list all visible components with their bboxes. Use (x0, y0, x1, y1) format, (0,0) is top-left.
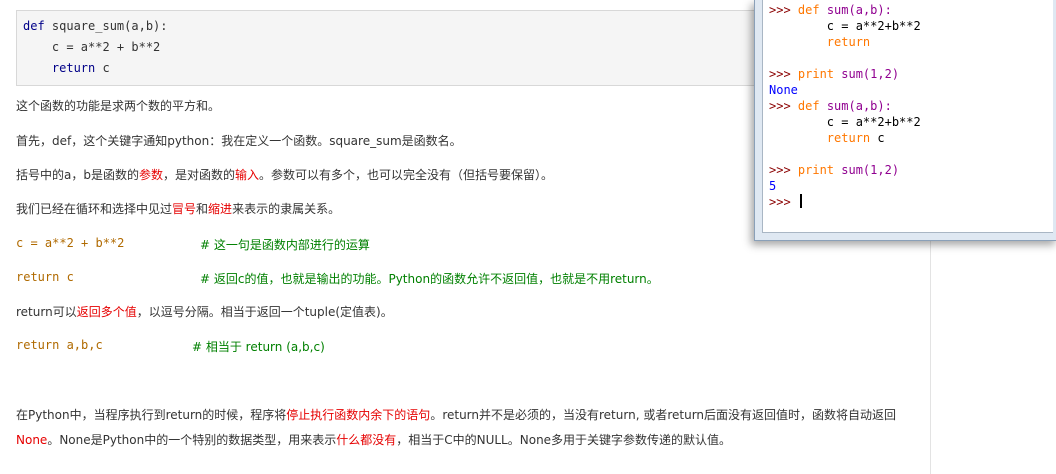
shell-line: >>> def sum(a,b): (769, 98, 892, 114)
paragraph-text: ，相当于C中的NULL。None多用于关键字参数传递的默认值。 (396, 433, 732, 447)
paragraph-text: 和 (196, 202, 209, 216)
text-cursor (799, 194, 802, 208)
shell-text: sum(a,b): (819, 3, 892, 17)
paragraph-text: 。None是Python中的一个特别的数据类型，用来表示 (47, 433, 337, 447)
paragraph-text: 在Python中，当程序执行到return的时候，程序将 (16, 408, 287, 422)
shell-output: None (769, 83, 798, 97)
code-line-1: def square_sum(a,b): (23, 19, 168, 33)
shell-keyword: return (769, 131, 871, 145)
paragraph-text: ，是对函数的 (163, 168, 236, 182)
shell-console[interactable]: >>> def sum(a,b): c = a**2+b**2 return >… (762, 0, 1053, 233)
code-keyword: return (23, 61, 96, 75)
highlight-text: 停止执行函数内余下的语句 (286, 408, 431, 422)
paragraph-6: 在Python中，当程序执行到return的时候，程序将停止执行函数内余下的语句… (16, 403, 911, 453)
code-line-2: c = a**2 + b**2 (23, 40, 160, 54)
shell-keyword: print (797, 67, 835, 81)
code-example-2: return c # 返回c的值，也就是输出的功能。Python的函数允许不返回值… (16, 270, 659, 286)
shell-line: >>> print sum(1,2) (769, 66, 899, 82)
shell-input-line[interactable]: >>> (769, 194, 802, 210)
code-text: c = a**2 + b**2 (16, 236, 125, 250)
paragraph-text: 。参数可以有多个，也可以完全没有（但括号要保留）。 (259, 168, 554, 182)
shell-keyword: def (797, 3, 820, 17)
code-comment: # 返回c的值，也就是输出的功能。Python的函数允许不返回值，也就是不用re… (200, 272, 659, 286)
paragraph-3: 括号中的a，b是函数的参数，是对函数的输入。参数可以有多个，也可以完全没有（但括… (16, 167, 553, 183)
highlight-text: 缩进 (208, 202, 233, 216)
shell-prompt: >>> (769, 99, 798, 113)
code-keyword: def (23, 19, 45, 33)
code-comment: # 这一句是函数内部进行的运算 (200, 238, 370, 252)
code-text: c (95, 61, 110, 75)
shell-output: 5 (769, 179, 777, 193)
paragraph-text: ，以逗号分隔。相当于返回一个tuple(定值表)。 (136, 305, 393, 319)
shell-keyword: print (797, 163, 835, 177)
code-example-3: return a,b,c # 相当于 return (a,b,c) (16, 338, 325, 354)
highlight-text: None (16, 433, 48, 447)
paragraph-text: 我们已经在循环和选择中见过 (16, 202, 173, 216)
paragraph-text: return可以 (16, 305, 77, 319)
shell-prompt: >>> (769, 195, 798, 209)
paragraph-text: 首先，def，这个关键字通知python：我在定义一个函数。square_sum… (16, 134, 462, 148)
shell-keyword: return (769, 35, 871, 49)
paragraph-2: 首先，def，这个关键字通知python：我在定义一个函数。square_sum… (16, 133, 462, 149)
shell-text: sum(1,2) (834, 67, 900, 81)
shell-line: c = a**2+b**2 (769, 19, 921, 33)
highlight-text: 参数 (138, 168, 163, 182)
highlight-text: 什么都没有 (336, 433, 397, 447)
code-comment: # 相当于 return (a,b,c) (192, 340, 325, 354)
shell-line: return c (769, 130, 885, 146)
python-shell-window[interactable]: >>> def sum(a,b): c = a**2+b**2 return >… (754, 0, 1056, 241)
code-block: def square_sum(a,b): c = a**2 + b**2 ret… (16, 10, 784, 86)
paragraph-5: return可以返回多个值，以逗号分隔。相当于返回一个tuple(定值表)。 (16, 304, 393, 320)
code-text: return c (16, 270, 74, 284)
highlight-text: 输入 (235, 168, 260, 182)
shell-text: sum(a,b): (819, 99, 892, 113)
highlight-text: 冒号 (172, 202, 197, 216)
paragraph-text: 来表示的隶属关系。 (232, 202, 341, 216)
highlight-text: 返回多个值 (76, 305, 137, 319)
code-text: square_sum(a,b): (44, 19, 168, 33)
shell-line: >>> print sum(1,2) (769, 162, 899, 178)
shell-keyword: def (797, 99, 820, 113)
paragraph-1: 这个函数的功能是求两个数的平方和。 (16, 99, 221, 113)
paragraph-4: 我们已经在循环和选择中见过冒号和缩进来表示的隶属关系。 (16, 201, 340, 217)
shell-prompt: >>> (769, 163, 798, 177)
shell-prompt: >>> (769, 3, 798, 17)
shell-line: return (769, 34, 870, 50)
code-line-3: return c (23, 61, 110, 75)
code-text: return a,b,c (16, 338, 103, 352)
paragraph-text: 括号中的a，b是函数的 (16, 168, 139, 182)
code-example-1: c = a**2 + b**2 # 这一句是函数内部进行的运算 (16, 236, 370, 252)
shell-line: c = a**2+b**2 (769, 115, 921, 129)
paragraph-text: 。return并不是必须的，当没有return, 或者return后面没有返回值… (430, 408, 897, 422)
shell-text: c (870, 131, 885, 145)
code-text: c = a**2 + b**2 (23, 40, 161, 54)
shell-line: >>> def sum(a,b): (769, 2, 892, 18)
shell-text: sum(1,2) (834, 163, 900, 177)
shell-prompt: >>> (769, 67, 798, 81)
